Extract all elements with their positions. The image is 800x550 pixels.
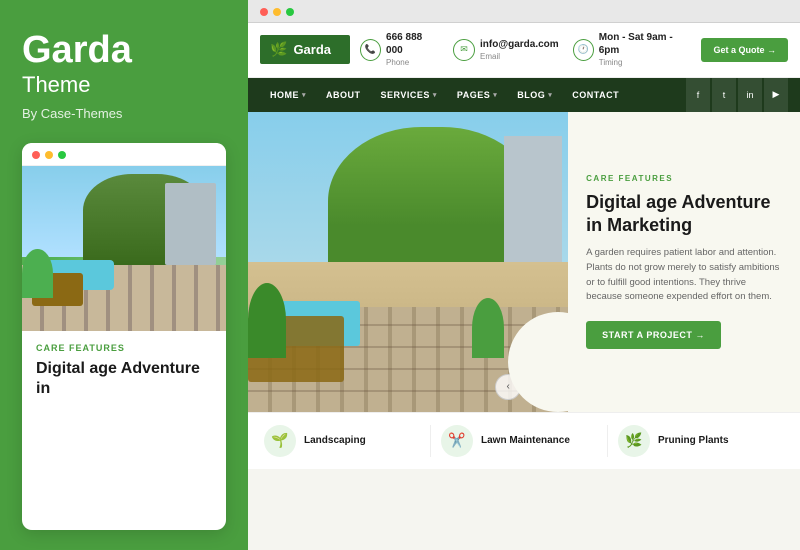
main-content: 🌿 Garda 📞 666 888 000 Phone ✉ info@garda… — [248, 0, 800, 550]
service-lawn: ✂️ Lawn Maintenance — [431, 425, 608, 457]
website-hero: ‹ › CARE FEATURES Digital age Adventure … — [248, 112, 800, 412]
browser-dot-green — [286, 8, 294, 16]
card-tag: CARE FEATURES — [36, 343, 212, 353]
clock-icon: 🕐 — [573, 39, 594, 61]
contact-email: ✉ info@garda.com Email — [453, 38, 559, 63]
hero-title: Digital age Adventure in Marketing — [586, 191, 782, 236]
card-title: Digital age Adventure in — [36, 359, 212, 399]
browser-dot-yellow — [273, 8, 281, 16]
pruning-label: Pruning Plants — [658, 435, 729, 446]
arrow-next[interactable]: › — [527, 374, 553, 400]
hero-plants-right — [472, 298, 504, 358]
timing-text: Mon - Sat 9am - 6pm Timing — [599, 31, 692, 69]
email-text: info@garda.com Email — [480, 38, 559, 63]
hero-cta-button[interactable]: START A PROJECT → — [586, 321, 721, 349]
home-chevron: ▾ — [302, 91, 306, 99]
sidebar-logo-title: Garda — [22, 30, 226, 72]
hero-building — [504, 136, 562, 280]
nav-item-services[interactable]: SERVICES ▾ — [371, 81, 447, 109]
contact-phone: 📞 666 888 000 Phone — [360, 31, 439, 69]
lawn-icon: ✂️ — [441, 425, 473, 457]
sidebar: Garda Theme By Case-Themes CARE FEATURES… — [0, 0, 248, 550]
nav-item-home[interactable]: HOME ▾ — [260, 81, 316, 109]
nav-item-contact[interactable]: CONTACT — [562, 81, 629, 109]
card-topbar — [22, 143, 226, 166]
logo-text: Garda — [293, 42, 331, 57]
social-linkedin[interactable]: in — [738, 78, 762, 112]
blog-chevron: ▾ — [548, 91, 552, 99]
arrow-prev[interactable]: ‹ — [495, 374, 521, 400]
dot-green — [58, 151, 66, 159]
website-contact-bar: 📞 666 888 000 Phone ✉ info@garda.com Ema… — [360, 31, 691, 69]
garden-plants — [22, 249, 53, 299]
social-youtube[interactable]: ▶ — [764, 78, 788, 112]
hero-image — [248, 112, 568, 412]
pruning-icon: 🌿 — [618, 425, 650, 457]
card-image — [22, 166, 226, 331]
hero-image-container: ‹ › — [248, 112, 568, 412]
website-logo: 🌿 Garda — [260, 35, 350, 64]
services-bar: 🌱 Landscaping ✂️ Lawn Maintenance 🌿 Prun… — [248, 412, 800, 469]
phone-icon: 📞 — [360, 39, 381, 61]
hero-plants-left — [248, 283, 286, 358]
nav-item-blog[interactable]: BLOG ▾ — [507, 81, 562, 109]
website-preview: 🌿 Garda 📞 666 888 000 Phone ✉ info@garda… — [248, 23, 800, 469]
nav-social: f t in ▶ — [686, 78, 788, 112]
browser-dots — [260, 8, 788, 16]
website-nav: HOME ▾ ABOUT SERVICES ▾ PAGES ▾ BLOG ▾ C… — [248, 78, 800, 112]
dot-red — [32, 151, 40, 159]
nav-item-pages[interactable]: PAGES ▾ — [447, 81, 507, 109]
services-chevron: ▾ — [433, 91, 437, 99]
pages-chevron: ▾ — [493, 91, 497, 99]
sidebar-preview-card: CARE FEATURES Digital age Adventure in — [22, 143, 226, 530]
lawn-label: Lawn Maintenance — [481, 435, 570, 446]
card-content: CARE FEATURES Digital age Adventure in — [22, 331, 226, 413]
logo-icon: 🌿 — [270, 41, 287, 58]
social-facebook[interactable]: f — [686, 78, 710, 112]
website-header: 🌿 Garda 📞 666 888 000 Phone ✉ info@garda… — [248, 23, 800, 78]
dot-yellow — [45, 151, 53, 159]
hero-content: CARE FEATURES Digital age Adventure in M… — [568, 112, 800, 412]
sidebar-logo-subtitle: Theme — [22, 72, 226, 98]
nav-items: HOME ▾ ABOUT SERVICES ▾ PAGES ▾ BLOG ▾ C… — [260, 81, 686, 109]
sidebar-by-label: By Case-Themes — [22, 106, 226, 121]
contact-timing: 🕐 Mon - Sat 9am - 6pm Timing — [573, 31, 692, 69]
sidebar-logo: Garda Theme — [22, 30, 226, 98]
browser-dot-red — [260, 8, 268, 16]
service-pruning: 🌿 Pruning Plants — [608, 425, 784, 457]
hero-tag: CARE FEATURES — [586, 174, 782, 183]
browser-chrome — [248, 0, 800, 23]
phone-text: 666 888 000 Phone — [386, 31, 439, 69]
quote-button[interactable]: Get a Quote → — [701, 38, 788, 62]
social-twitter[interactable]: t — [712, 78, 736, 112]
hero-garden — [248, 112, 568, 412]
landscaping-icon: 🌱 — [264, 425, 296, 457]
service-landscaping: 🌱 Landscaping — [264, 425, 431, 457]
email-icon: ✉ — [453, 39, 475, 61]
hero-description: A garden requires patient labor and atte… — [586, 246, 782, 305]
hero-slider-arrows: ‹ › — [495, 374, 553, 400]
garden-building — [165, 183, 216, 266]
garden-scene — [22, 166, 226, 331]
landscaping-label: Landscaping — [304, 435, 366, 446]
nav-item-about[interactable]: ABOUT — [316, 81, 371, 109]
